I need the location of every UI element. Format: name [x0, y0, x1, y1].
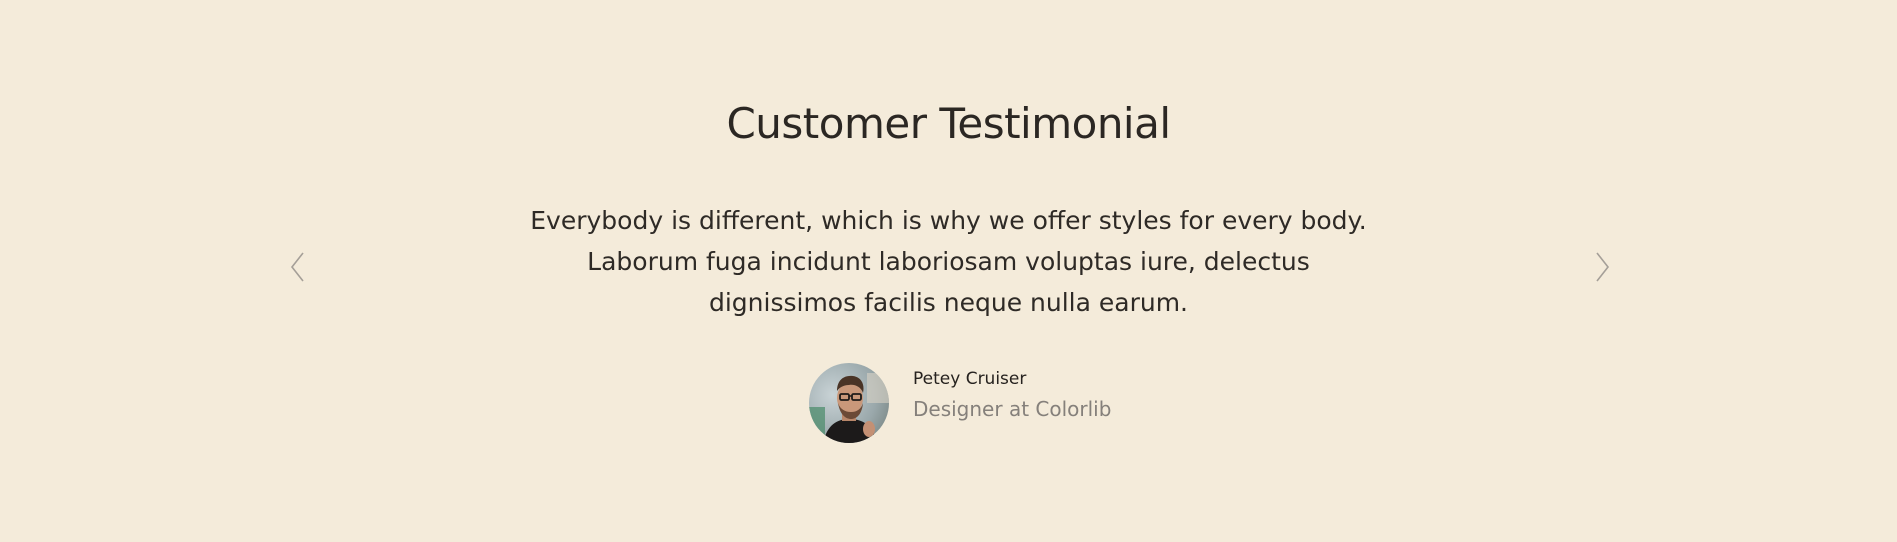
author-role: Designer at Colorlib: [913, 397, 1112, 421]
section-title: Customer Testimonial: [726, 99, 1171, 148]
testimonial-section: Customer Testimonial Everybody is differ…: [0, 0, 1897, 542]
chevron-left-icon: [290, 252, 304, 282]
testimonial-quote: Everybody is different, which is why we …: [530, 206, 1367, 317]
carousel-prev-button[interactable]: [284, 250, 312, 284]
author-name: Petey Cruiser: [913, 369, 1027, 389]
chevron-right-icon: [1596, 252, 1610, 282]
avatar-photo: [809, 363, 889, 443]
avatar: [809, 363, 889, 443]
carousel-next-button[interactable]: [1588, 250, 1616, 284]
